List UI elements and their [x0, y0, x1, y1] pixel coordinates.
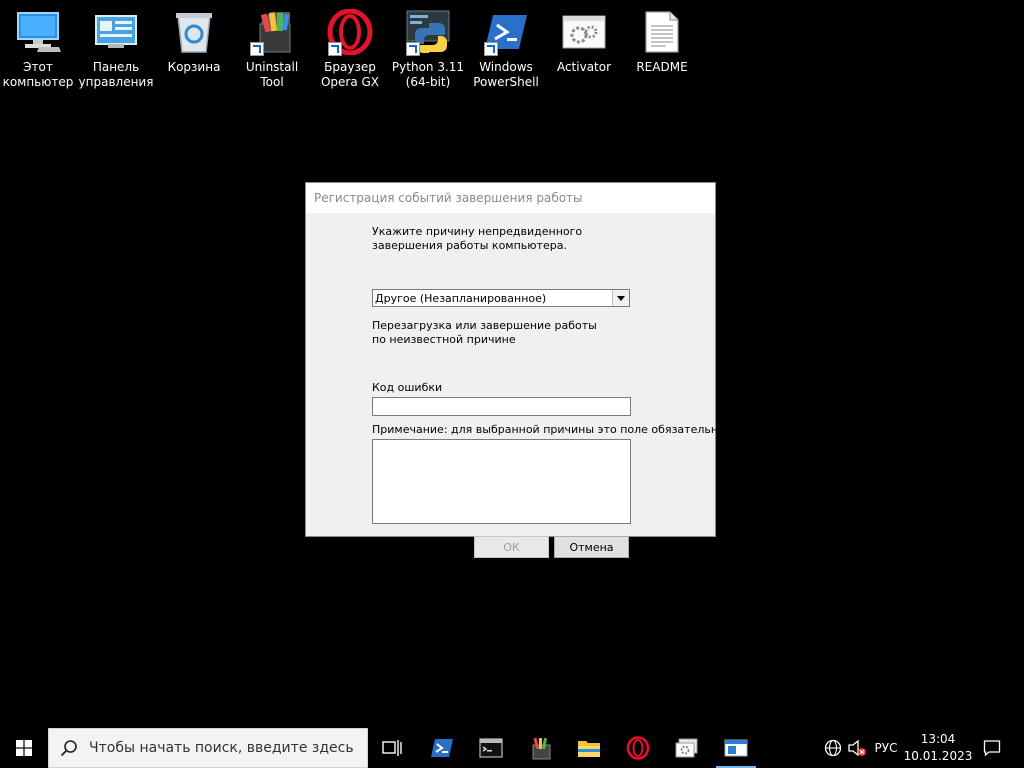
shortcut-arrow-icon — [328, 42, 342, 56]
powershell-icon — [480, 6, 532, 58]
clock-time: 13:04 — [920, 732, 956, 746]
reason-description: Перезагрузка или завершение работы по не… — [372, 319, 597, 346]
desktop-icon-activator[interactable]: Activator — [546, 6, 622, 96]
desktop-icon-label: Uninstall Tool — [245, 60, 299, 89]
powershell-icon — [431, 739, 453, 757]
taskbar-search-box[interactable]: Чтобы начать поиск, введите здесь — [48, 728, 368, 768]
reason-dropdown-value: Другое (Незапланированное) — [375, 291, 547, 305]
taskbar-command-prompt[interactable] — [467, 728, 515, 768]
uninstall-tool-icon — [246, 6, 298, 58]
clock-date: 10.01.2023 — [903, 749, 973, 763]
dialog-titlebar[interactable]: Регистрация событий завершения работы — [306, 183, 715, 213]
command-prompt-icon — [479, 738, 503, 758]
ok-button[interactable]: ОК — [474, 536, 549, 558]
reason-dropdown[interactable]: Другое (Незапланированное) — [372, 289, 630, 307]
taskbar-shutdown-tracker[interactable] — [712, 728, 760, 768]
taskbar-activator[interactable] — [663, 728, 711, 768]
desktop-icon-python[interactable]: Python 3.11 (64-bit) — [390, 6, 466, 96]
taskbar-uninstall-tool[interactable] — [516, 728, 564, 768]
desktop: Этот компьютер Панель управления Корзина — [0, 0, 1024, 728]
activator-icon — [558, 6, 610, 58]
document-icon — [636, 6, 688, 58]
opera-gx-icon — [324, 6, 376, 58]
input-language-indicator[interactable]: РУС — [870, 728, 902, 768]
uninstall-tool-icon — [532, 737, 551, 760]
desktop-icon-control-panel[interactable]: Панель управления — [78, 6, 154, 96]
shutdown-event-tracker-dialog: Регистрация событий завершения работы Ук… — [305, 182, 725, 558]
start-button[interactable] — [0, 728, 48, 768]
dialog-title: Регистрация событий завершения работы — [314, 191, 583, 205]
search-icon — [49, 739, 89, 757]
taskbar-opera-gx[interactable] — [614, 728, 662, 768]
desktop-icon-recycle-bin[interactable]: Корзина — [156, 6, 232, 96]
taskbar-file-explorer[interactable] — [565, 728, 613, 768]
control-panel-icon — [90, 6, 142, 58]
desktop-icon-opera-gx[interactable]: Браузер Opera GX — [312, 6, 388, 96]
error-code-label: Код ошибки — [372, 381, 443, 394]
desktop-icon-label: Windows PowerShell — [473, 60, 539, 89]
task-view-icon — [382, 740, 402, 756]
cancel-button[interactable]: Отмена — [554, 536, 629, 558]
note-textarea[interactable] — [372, 439, 631, 524]
windows-logo-icon — [16, 740, 32, 756]
desktop-icon-label: Activator — [556, 60, 612, 74]
shortcut-arrow-icon — [406, 42, 420, 56]
network-icon[interactable] — [822, 728, 844, 768]
volume-muted-icon[interactable] — [846, 728, 868, 768]
desktop-icon-label: Python 3.11 (64-bit) — [391, 60, 465, 89]
chevron-down-icon[interactable] — [612, 290, 629, 306]
desktop-icon-uninstall-tool[interactable]: Uninstall Tool — [234, 6, 310, 96]
error-code-input[interactable] — [372, 397, 631, 416]
note-label: Примечание: для выбранной причины это по… — [372, 423, 725, 436]
desktop-icon-readme[interactable]: README — [624, 6, 700, 96]
desktop-icon-powershell[interactable]: Windows PowerShell — [468, 6, 544, 96]
desktop-icon-label: README — [636, 60, 688, 74]
desktop-icon-this-pc[interactable]: Этот компьютер — [0, 6, 76, 96]
shortcut-arrow-icon — [484, 42, 498, 56]
task-view-button[interactable] — [368, 728, 416, 768]
shortcut-arrow-icon — [250, 42, 264, 56]
recycle-bin-icon — [168, 6, 220, 58]
desktop-icon-label: Панель управления — [78, 60, 154, 89]
taskbar: Чтобы начать поиск, введите здесь РУС 13… — [0, 728, 1024, 768]
activator-icon — [675, 738, 698, 758]
search-placeholder: Чтобы начать поиск, введите здесь — [89, 740, 354, 756]
python-icon — [402, 6, 454, 58]
desktop-icon-label: Корзина — [167, 60, 221, 74]
folder-icon — [578, 741, 600, 757]
notification-icon — [983, 740, 1001, 757]
language-label: РУС — [874, 741, 898, 755]
desktop-icon-label: Браузер Opera GX — [320, 60, 380, 89]
this-pc-icon — [12, 6, 64, 58]
opera-gx-icon — [626, 736, 650, 760]
desktop-icon-label: Этот компьютер — [2, 60, 74, 89]
dialog-window-icon — [724, 739, 748, 757]
taskbar-clock[interactable]: 13:04 10.01.2023 — [900, 731, 976, 765]
reason-prompt: Укажите причину непредвиденного завершен… — [372, 225, 583, 252]
taskbar-powershell[interactable] — [418, 728, 466, 768]
notifications-button[interactable] — [978, 728, 1006, 768]
